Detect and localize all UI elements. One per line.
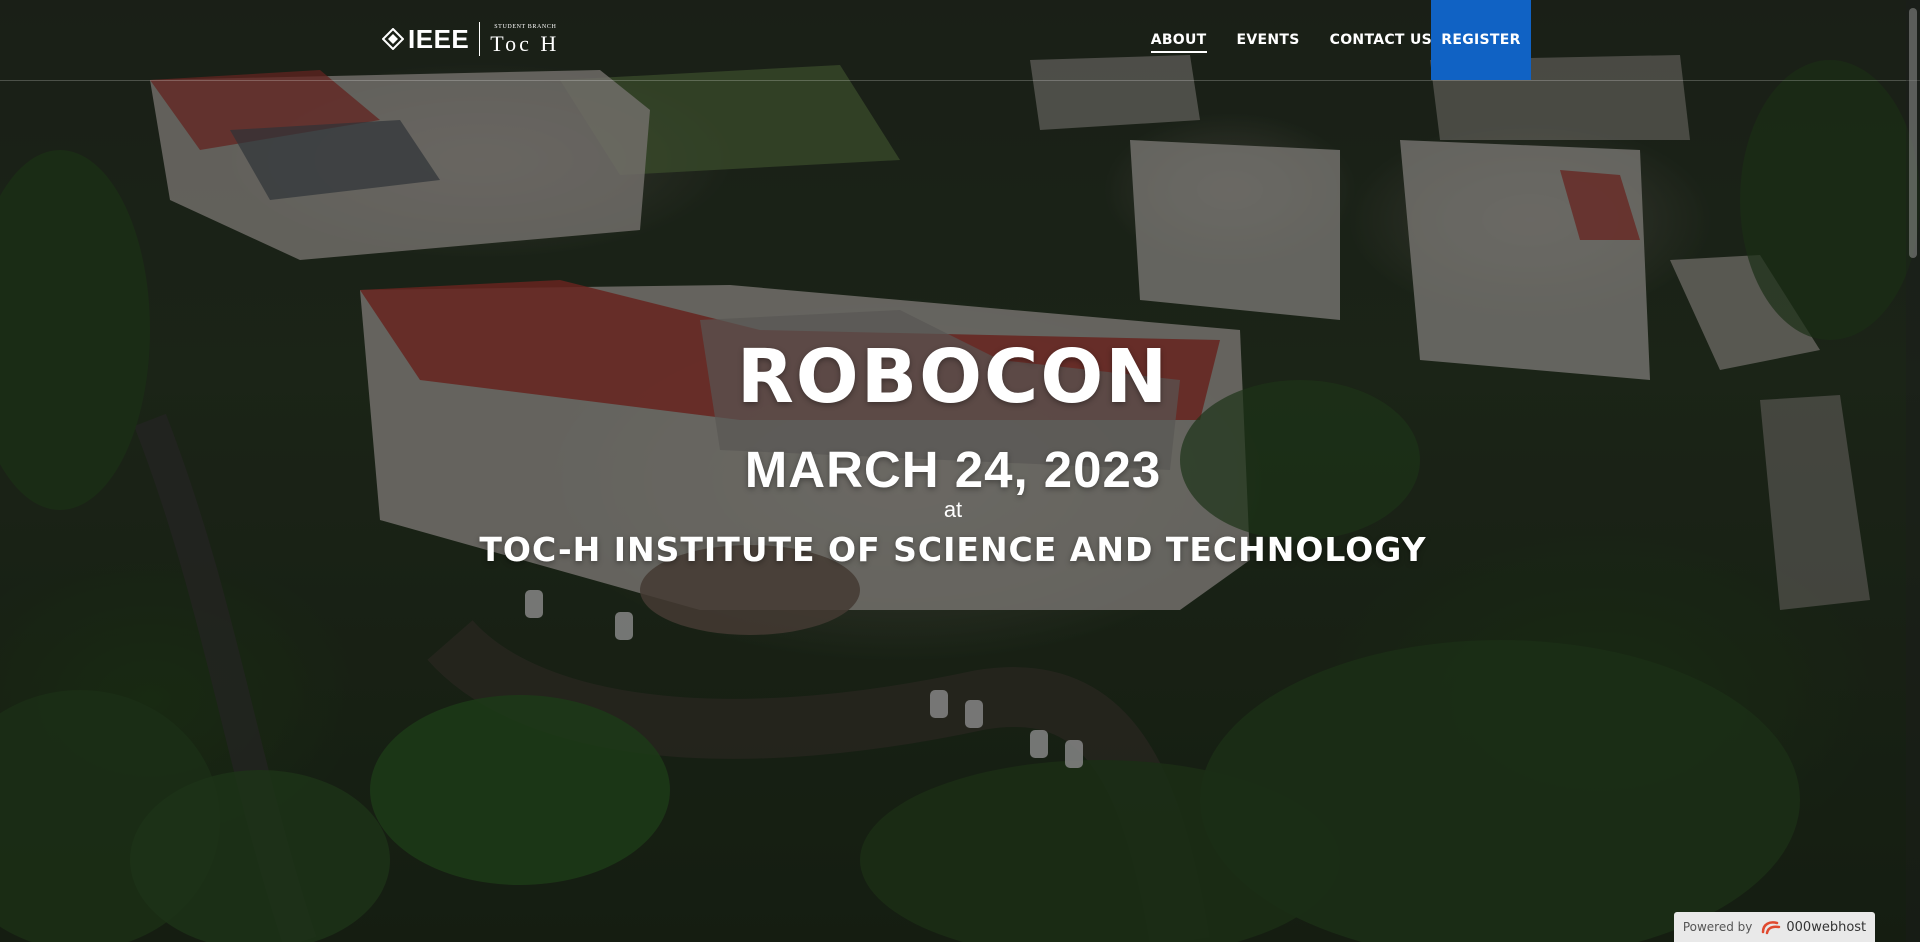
event-title: ROBOCON xyxy=(736,334,1170,420)
event-date: MARCH 24, 2023 xyxy=(744,441,1162,498)
nav-contact-us[interactable]: CONTACT US xyxy=(1330,32,1432,48)
register-button[interactable]: REGISTER xyxy=(1431,0,1531,80)
powered-by-badge[interactable]: Powered by 000webhost xyxy=(1674,912,1875,942)
event-at-label: at xyxy=(943,497,963,522)
event-venue: TOC-H INSTITUTE OF SCIENCE AND TECHNOLOG… xyxy=(479,530,1427,569)
logo-ieee-text: IEEE xyxy=(408,23,470,54)
powered-by-label: Powered by xyxy=(1682,920,1753,934)
navbar: IEEE STUDENT BRANCH Toc H ABOUT EVENTS C… xyxy=(0,0,1920,81)
nav-about[interactable]: ABOUT xyxy=(1150,32,1207,53)
page-scrollbar[interactable] xyxy=(1906,0,1920,942)
logo-divider xyxy=(479,22,481,56)
000webhost-logo-icon xyxy=(1762,921,1781,935)
powered-by-brand: 000webhost xyxy=(1786,919,1867,935)
main-nav: ABOUT EVENTS CONTACT US xyxy=(1121,0,1432,80)
logo-sub-label: STUDENT BRANCH xyxy=(494,23,557,30)
nav-events[interactable]: EVENTS xyxy=(1237,32,1300,48)
ieee-diamond-icon xyxy=(382,28,404,50)
scrollbar-thumb[interactable] xyxy=(1909,8,1917,258)
logo-branch-name: Toc H xyxy=(490,30,560,56)
logo-branch: STUDENT BRANCH Toc H xyxy=(490,24,559,55)
hero-content: ROBOCON MARCH 24, 2023 at TOC-H INSTITUT… xyxy=(0,340,1906,566)
site-logo[interactable]: IEEE STUDENT BRANCH Toc H xyxy=(382,20,559,58)
